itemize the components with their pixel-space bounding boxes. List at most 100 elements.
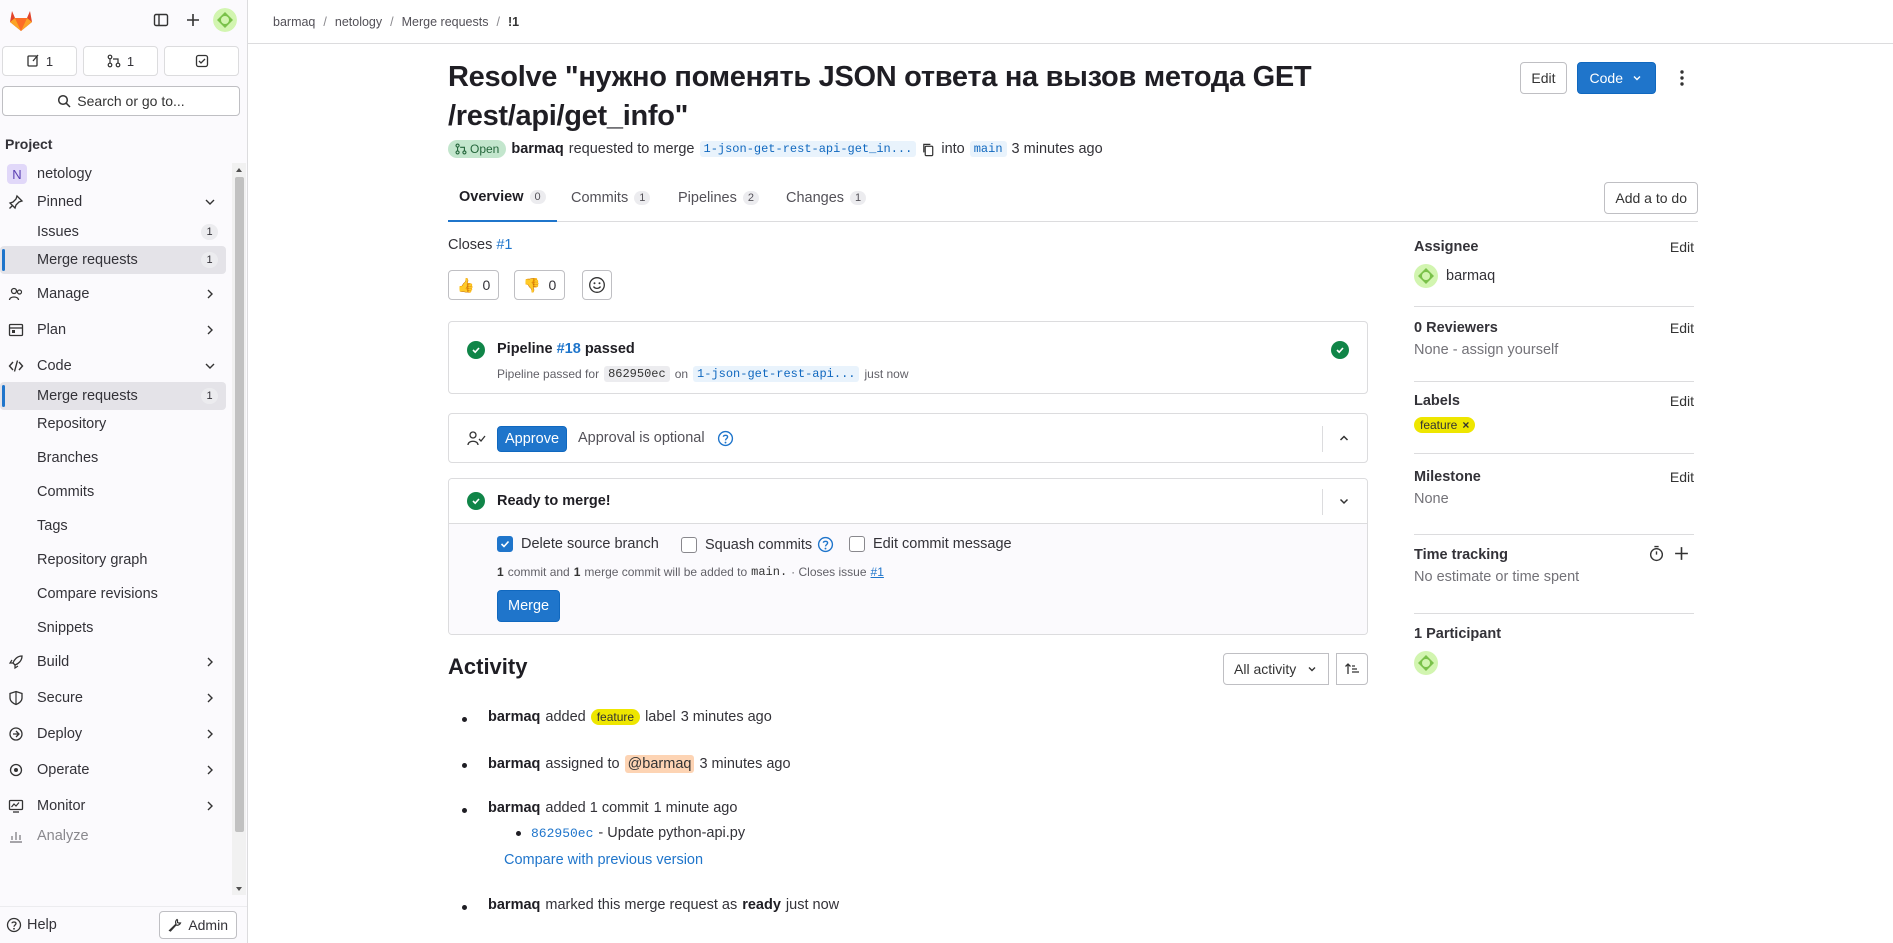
add-reaction-button[interactable] bbox=[582, 270, 612, 300]
sidebar-item-operate[interactable]: Operate bbox=[0, 756, 226, 784]
author-link[interactable]: barmaq bbox=[511, 141, 563, 157]
toggle-sidebar-icon[interactable] bbox=[147, 6, 175, 34]
commit-sha-link[interactable]: 862950ec bbox=[531, 826, 593, 841]
edit-labels-button[interactable]: Edit bbox=[1670, 393, 1694, 409]
assigned-issues-counter[interactable]: 1 bbox=[2, 46, 77, 76]
squash-commits-checkbox[interactable]: Squash commits bbox=[681, 536, 834, 553]
chevron-down-icon[interactable] bbox=[1337, 494, 1351, 508]
search-button[interactable]: Search or go to... bbox=[2, 86, 240, 116]
scrollbar-thumb[interactable] bbox=[235, 177, 244, 832]
tab-pipelines[interactable]: Pipelines 2 bbox=[667, 174, 770, 222]
sidebar-code-merge-requests[interactable]: Merge requests 1 bbox=[0, 382, 226, 410]
user-mention[interactable]: @barmaq bbox=[624, 755, 695, 773]
sidebar-item-pinned[interactable]: Pinned bbox=[0, 188, 226, 216]
checkbox-label: Edit commit message bbox=[873, 536, 1012, 552]
new-plus-icon[interactable] bbox=[179, 6, 207, 34]
code-dropdown-button[interactable]: Code bbox=[1576, 62, 1656, 94]
delete-branch-checkbox[interactable]: Delete source branch bbox=[497, 536, 659, 552]
pipeline-link[interactable]: #18 bbox=[557, 341, 581, 357]
sidebar-item-monitor[interactable]: Monitor bbox=[0, 792, 226, 820]
user-avatar[interactable] bbox=[211, 6, 239, 34]
close-icon[interactable]: × bbox=[1462, 418, 1469, 432]
sidebar-item-secure[interactable]: Secure bbox=[0, 684, 226, 712]
help-button[interactable]: Help bbox=[6, 917, 57, 933]
thumbs-down-award[interactable]: 👎 0 bbox=[514, 270, 566, 300]
scroll-down-arrow-icon[interactable] bbox=[232, 883, 246, 895]
chevron-down-icon bbox=[205, 363, 215, 369]
edit-commit-message-checkbox[interactable]: Edit commit message bbox=[849, 536, 1012, 552]
sidebar-code-repository-graph[interactable]: Repository graph bbox=[0, 546, 226, 574]
source-branch[interactable]: 1-json-get-rest-api-get_in... bbox=[699, 141, 917, 157]
activity-user[interactable]: barmaq bbox=[488, 756, 540, 772]
approve-button[interactable]: Approve bbox=[497, 426, 568, 452]
sidebar-item-plan[interactable]: Plan bbox=[0, 316, 226, 344]
sidebar-code-tags[interactable]: Tags bbox=[0, 512, 226, 540]
activity-user[interactable]: barmaq bbox=[488, 897, 540, 913]
checkbox-unchecked[interactable] bbox=[681, 536, 697, 553]
question-icon[interactable] bbox=[817, 536, 834, 553]
activity-filter-dropdown[interactable]: All activity bbox=[1223, 653, 1330, 685]
sidebar-item-code[interactable]: Code bbox=[0, 352, 226, 380]
tab-changes[interactable]: Changes 1 bbox=[775, 174, 877, 222]
commit-sha[interactable]: 862950ec bbox=[604, 366, 670, 382]
sidebar-project-netology[interactable]: N netology bbox=[0, 160, 226, 188]
activity-user[interactable]: barmaq bbox=[488, 709, 540, 725]
compare-version-link[interactable]: Compare with previous version bbox=[504, 852, 703, 868]
sort-direction-button[interactable] bbox=[1336, 653, 1368, 685]
sidebar-item-deploy[interactable]: Deploy bbox=[0, 720, 226, 748]
sidebar-item-build[interactable]: Build bbox=[0, 648, 226, 676]
chevron-up-icon[interactable] bbox=[1337, 431, 1351, 445]
edit-assignee-button[interactable]: Edit bbox=[1670, 239, 1694, 255]
label-badge[interactable]: feature bbox=[590, 709, 641, 725]
more-actions-icon[interactable] bbox=[1666, 62, 1698, 94]
stopwatch-icon[interactable] bbox=[1648, 545, 1665, 562]
sidebar-item-analyze[interactable]: Analyze bbox=[0, 822, 226, 850]
sidebar-code-repository[interactable]: Repository bbox=[0, 410, 226, 438]
tab-overview[interactable]: Overview 0 bbox=[448, 174, 557, 222]
pipeline-branch[interactable]: 1-json-get-rest-api... bbox=[693, 366, 860, 382]
sidebar-pinned-merge-requests[interactable]: Merge requests 1 bbox=[0, 246, 226, 274]
sidebar-pinned-issues[interactable]: Issues 1 bbox=[0, 218, 226, 246]
breadcrumb-item[interactable]: netology bbox=[335, 15, 382, 29]
admin-button[interactable]: Admin bbox=[159, 911, 237, 939]
plus-icon[interactable] bbox=[1673, 545, 1690, 562]
add-todo-button[interactable]: Add a to do bbox=[1604, 182, 1698, 214]
participant-avatar[interactable] bbox=[1414, 651, 1694, 678]
sidebar-code-snippets[interactable]: Snippets bbox=[0, 614, 226, 642]
checkbox-unchecked[interactable] bbox=[849, 536, 865, 552]
closes-issue-link[interactable]: #1 bbox=[496, 237, 512, 253]
target-branch[interactable]: main bbox=[969, 141, 1007, 157]
scroll-up-arrow-icon[interactable] bbox=[232, 164, 246, 176]
sidebar-code-branches[interactable]: Branches bbox=[0, 444, 226, 472]
gitlab-logo-icon[interactable] bbox=[8, 7, 34, 33]
label-badge[interactable]: feature × bbox=[1414, 417, 1476, 433]
created-time: 3 minutes ago bbox=[1011, 141, 1103, 157]
approval-text: Approval is optional bbox=[578, 430, 705, 446]
status-success-icon bbox=[467, 341, 485, 359]
tab-commits[interactable]: Commits 1 bbox=[560, 174, 661, 222]
breadcrumb-item[interactable]: Merge requests bbox=[402, 15, 489, 29]
merge-button[interactable]: Merge bbox=[497, 590, 561, 622]
sidebar-code-compare-revisions[interactable]: Compare revisions bbox=[0, 580, 226, 608]
reviewers-value[interactable]: None - assign yourself bbox=[1414, 342, 1694, 358]
todos-counter[interactable] bbox=[164, 46, 239, 76]
activity-user[interactable]: barmaq bbox=[488, 800, 540, 816]
edit-reviewers-button[interactable]: Edit bbox=[1670, 320, 1694, 336]
sidebar-code-commits[interactable]: Commits bbox=[0, 478, 226, 506]
edit-milestone-button[interactable]: Edit bbox=[1670, 469, 1694, 485]
closes-issue-link[interactable]: #1 bbox=[871, 565, 884, 579]
checkbox-checked[interactable] bbox=[497, 536, 513, 552]
thumbs-up-award[interactable]: 👍 0 bbox=[448, 270, 500, 300]
question-icon[interactable] bbox=[717, 430, 734, 447]
checkbox-label: Delete source branch bbox=[521, 536, 659, 552]
merge-requests-counter[interactable]: 1 bbox=[83, 46, 158, 76]
edit-button[interactable]: Edit bbox=[1520, 62, 1567, 94]
pipeline-stage-success-icon[interactable] bbox=[1331, 341, 1349, 359]
sidebar-scrollbar[interactable] bbox=[232, 163, 246, 895]
assignee-user[interactable]: barmaq bbox=[1414, 264, 1694, 288]
copy-icon[interactable] bbox=[921, 142, 936, 157]
breadcrumb-item-current[interactable]: !1 bbox=[508, 15, 519, 29]
sidebar-item-label: Commits bbox=[37, 484, 95, 500]
sidebar-item-manage[interactable]: Manage bbox=[0, 280, 226, 308]
breadcrumb-item[interactable]: barmaq bbox=[273, 15, 315, 29]
